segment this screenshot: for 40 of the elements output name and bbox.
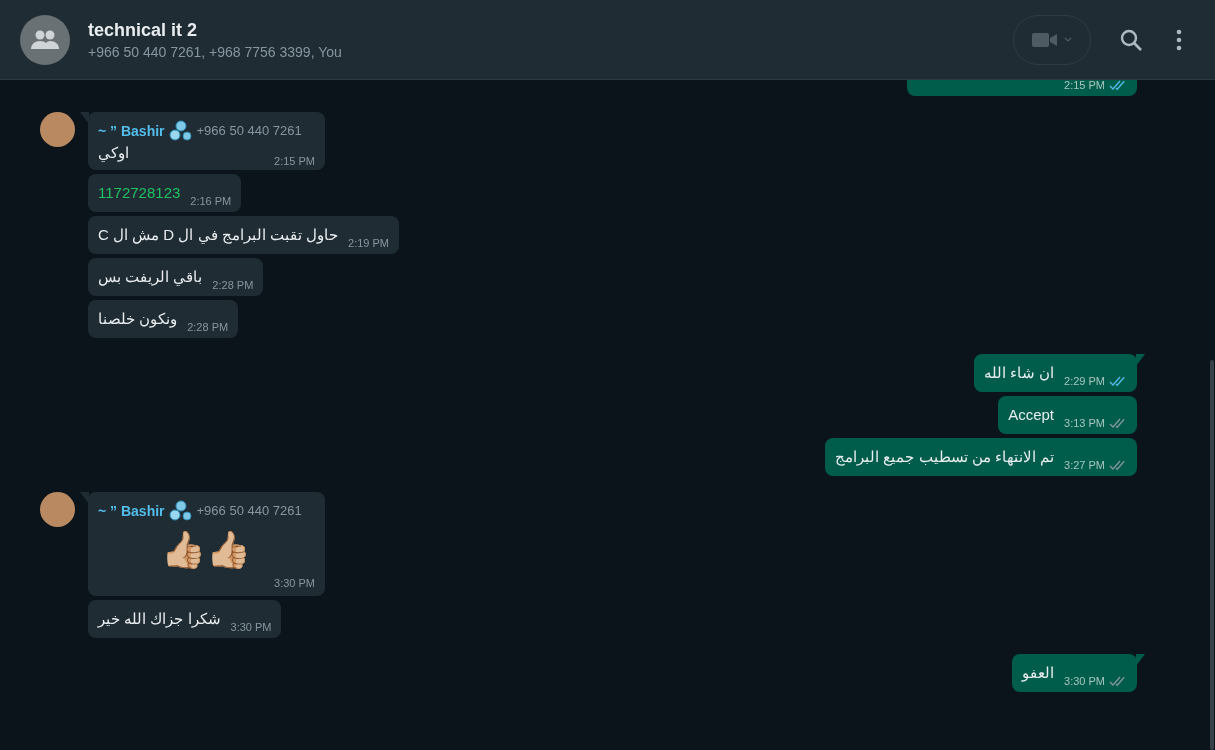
search-icon — [1119, 27, 1143, 52]
participants-list: +966 50 440 7261, +968 7756 3399, You — [88, 41, 1013, 62]
sender-name[interactable]: ~ ” Bashir — [98, 120, 165, 142]
sender-phone: +966 50 440 7261 — [196, 122, 302, 141]
message-time: 2:15 PM — [274, 154, 315, 168]
message-text: باقي الريفت بس — [98, 267, 203, 288]
message-time: 3:30 PM — [1064, 674, 1105, 688]
message-text: حاول تقبت البرامج في ال D مش ال C — [98, 225, 339, 246]
message-time: 2:15 PM — [1064, 80, 1105, 92]
phone-number-link[interactable]: 1172728123 — [98, 182, 181, 204]
message-time: 3:13 PM — [1064, 416, 1105, 430]
message-time: 2:16 PM — [190, 194, 232, 208]
bubbles-icon — [168, 120, 193, 142]
message-text: شكرا جزاك الله خير — [98, 609, 221, 630]
message-time: 2:28 PM — [187, 320, 229, 334]
group-avatar[interactable] — [20, 14, 70, 65]
scrollbar[interactable] — [1210, 360, 1214, 750]
message-time: 3:30 PM — [230, 620, 272, 634]
message-text: Accept — [1008, 405, 1055, 425]
bubbles-icon — [168, 500, 193, 522]
photo-placeholder[interactable] — [40, 492, 75, 527]
sender-phone: +966 50 440 7261 — [196, 502, 302, 521]
message-text: العفو — [1022, 663, 1055, 684]
sender-name[interactable]: ~ ” Bashir — [98, 500, 165, 522]
message-text: تم الانتهاء من تسطيب جميع البرامج — [835, 447, 1055, 468]
photo-placeholder[interactable] — [40, 112, 75, 147]
message-text: ونكون خلصنا — [98, 309, 178, 330]
message-text: اوكي — [98, 143, 129, 164]
message-time: 2:28 PM — [212, 278, 254, 292]
people-icon — [30, 29, 60, 50]
emoji-text: 👍🏼👍🏼 — [160, 528, 253, 573]
video-camera-icon — [1032, 31, 1058, 48]
caret-icon — [1064, 37, 1072, 42]
menu-icon — [1176, 28, 1182, 51]
chat-title: technical it 2 — [88, 18, 199, 42]
message-text: ان شاء الله — [983, 363, 1055, 383]
message-time: 2:29 PM — [1064, 374, 1105, 388]
message-time: 3:30 PM — [274, 576, 315, 590]
message-time: 2:19 PM — [348, 236, 389, 250]
message-time: 3:27 PM — [1064, 458, 1105, 472]
